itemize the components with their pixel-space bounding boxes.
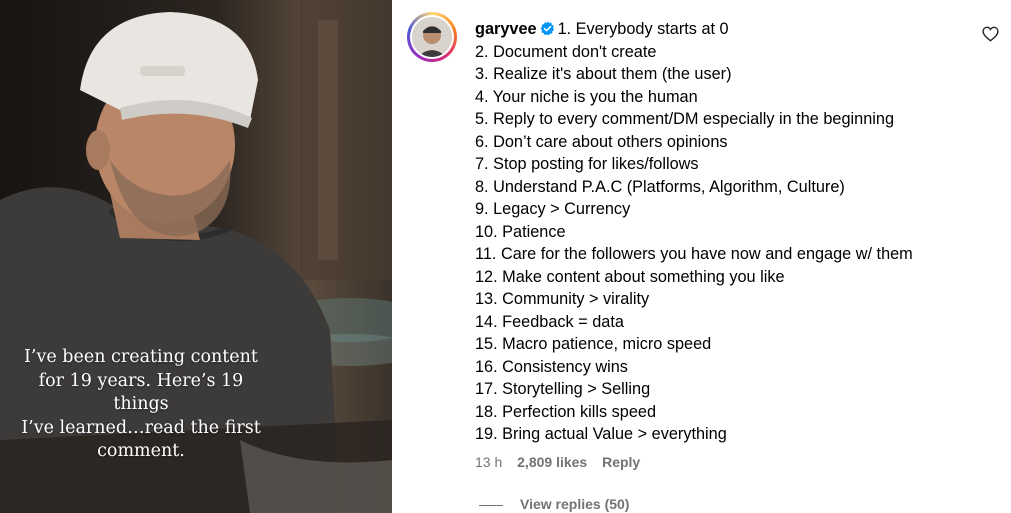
- comment-line: 3. Realize it's about them (the user): [475, 65, 732, 83]
- comment: garyvee 1. Everybody starts at 0 2. Docum…: [392, 0, 1011, 513]
- comment-line: 12. Make content about something you lik…: [475, 267, 785, 286]
- comment-line: 10. Patience: [475, 222, 566, 241]
- comment-line: 14. Feedback = data: [475, 312, 624, 331]
- comment-line: 15. Macro patience, micro speed: [475, 335, 712, 353]
- post-media[interactable]: I’ve been creating content for 19 years.…: [0, 0, 392, 513]
- comment-meta: 13 h 2,809 likes Reply: [475, 454, 651, 470]
- comment-line: 4. Your niche is you the human: [475, 87, 698, 106]
- avatar-ring-gap: [410, 15, 454, 59]
- heart-icon[interactable]: [982, 26, 999, 42]
- comment-line: garyvee 1. Everybody starts at 0: [475, 18, 995, 41]
- comment-line: 2. Document don't create: [475, 42, 657, 61]
- avatar-image: [412, 17, 452, 57]
- comment-line: 13. Community > virality: [475, 290, 650, 308]
- comment-line: 19. Bring actual Value > everything: [475, 425, 727, 443]
- comment-text: garyvee 1. Everybody starts at 0 2. Docum…: [475, 18, 995, 446]
- comment-line: 18. Perfection kills speed: [475, 402, 657, 421]
- comment-line: 11. Care for the followers you have now …: [475, 245, 913, 263]
- likes-count[interactable]: 2,809 likes: [517, 454, 587, 470]
- reply-button[interactable]: Reply: [602, 454, 640, 470]
- comment-line-text: 1. Everybody starts at 0: [557, 20, 729, 38]
- caption-line: for 19 years. Here’s 19 things: [38, 370, 244, 415]
- caption-line: I’ve learned…read the first: [21, 417, 261, 438]
- media-caption: I’ve been creating content for 19 years.…: [10, 346, 272, 464]
- caption-line: I’ve been creating content: [24, 347, 258, 367]
- view-replies-button[interactable]: View replies (50): [479, 496, 629, 512]
- caption-line: comment.: [97, 441, 185, 462]
- comment-line: 8. Understand P.A.C (Platforms, Algorith…: [475, 177, 845, 196]
- comment-line: 16. Consistency wins: [475, 357, 628, 376]
- comment-line: 5. Reply to every comment/DM especially …: [475, 110, 894, 128]
- view-replies-label: View replies (50): [520, 496, 630, 512]
- avatar-photo: [412, 17, 452, 57]
- comment-line: 7. Stop posting for likes/follows: [475, 155, 699, 173]
- comment-time[interactable]: 13 h: [475, 454, 502, 470]
- divider-line: [479, 504, 503, 506]
- username-link[interactable]: garyvee: [475, 20, 537, 38]
- avatar[interactable]: [407, 12, 457, 62]
- comment-line: 17. Storytelling > Selling: [475, 380, 651, 398]
- comment-line: 6. Don’t care about others opinions: [475, 132, 728, 151]
- comment-line: 9. Legacy > Currency: [475, 200, 631, 218]
- verified-badge-icon: [540, 21, 554, 36]
